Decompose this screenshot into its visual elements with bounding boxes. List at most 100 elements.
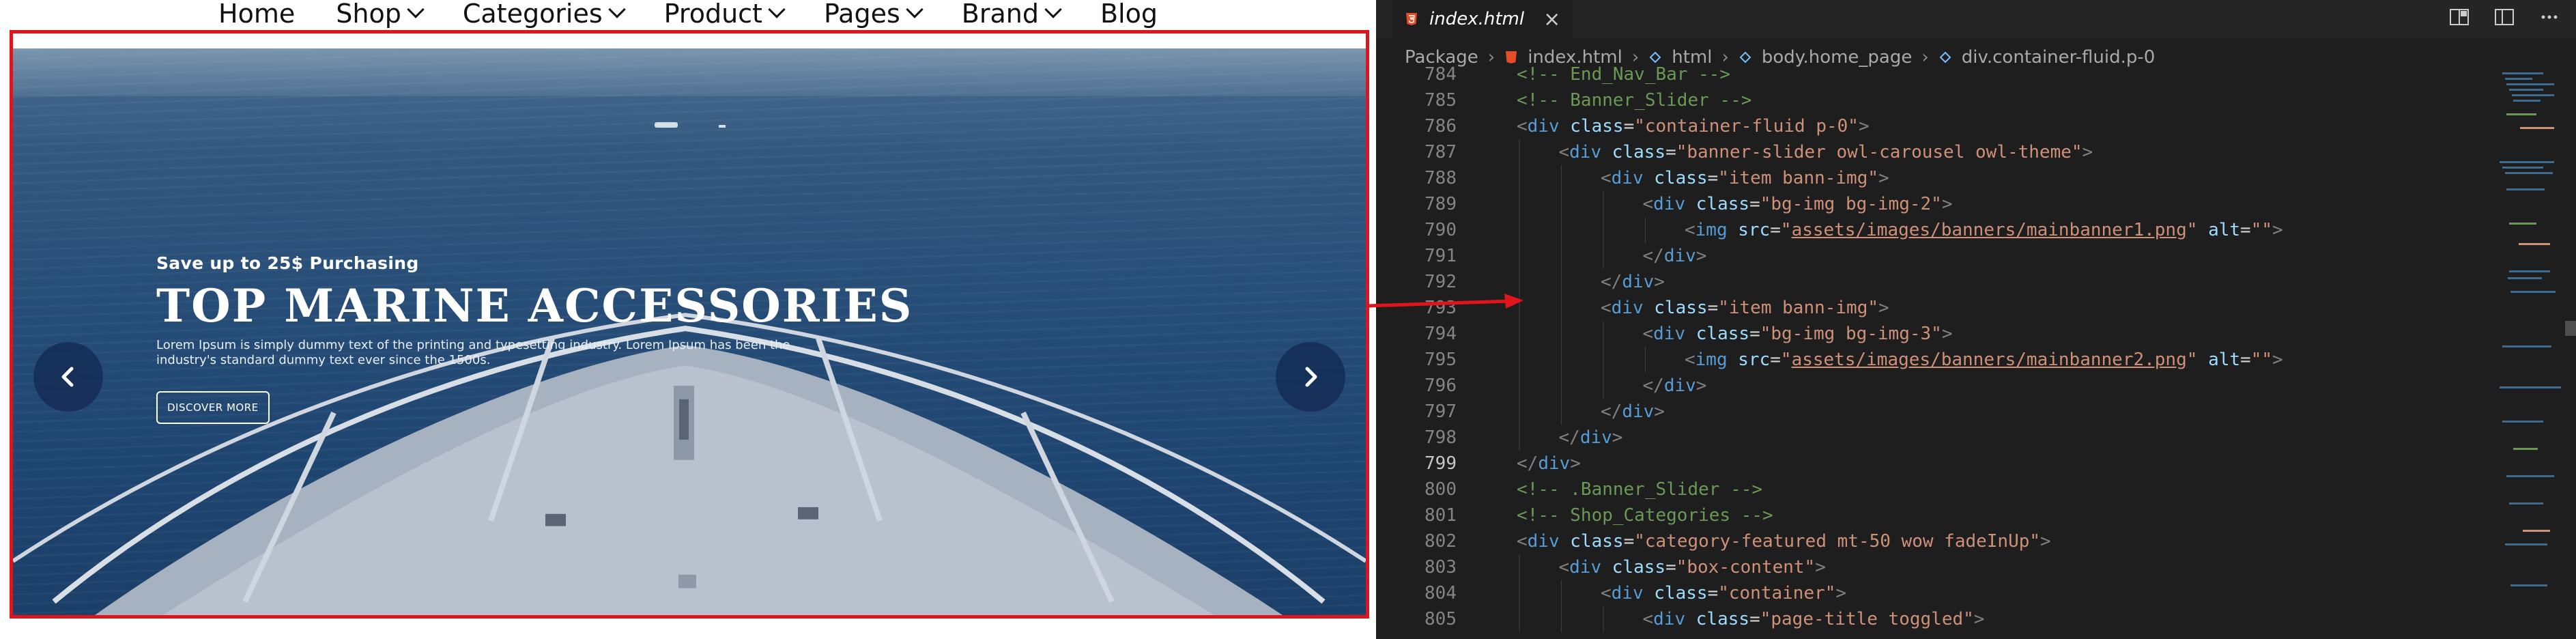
chevron-down-icon	[906, 1, 924, 18]
code-text: <!-- .Banner_Slider -->	[1517, 479, 1763, 500]
code-line[interactable]: 795 <img src="assets/images/banners/mainb…	[1376, 347, 2482, 373]
close-tab-icon[interactable]: ×	[1543, 8, 1560, 31]
code-line[interactable]: 802 <div class="category-featured mt-50 w…	[1376, 528, 2482, 554]
chevron-down-icon	[768, 1, 786, 18]
chevron-right-icon: ›	[1631, 47, 1640, 68]
code-text: <!-- End_Nav_Bar -->	[1517, 66, 1731, 85]
code-line[interactable]: 792 </div>	[1376, 269, 2482, 295]
element-icon	[1739, 51, 1751, 63]
discover-more-button[interactable]: DISCOVER MORE	[156, 391, 270, 425]
nav-item-label: Categories	[462, 0, 603, 29]
code-line[interactable]: 787 <div class="banner-slider owl-carouse…	[1376, 139, 2482, 165]
nav-item-label: Brand	[961, 0, 1039, 29]
tab-index-html[interactable]: index.html ×	[1392, 0, 1573, 38]
code-text: <div class="item bann-img">	[1601, 298, 1889, 318]
breadcrumb-html[interactable]: html	[1672, 47, 1712, 68]
chevron-right-icon: ›	[1721, 47, 1729, 68]
chevron-right-icon: ›	[1487, 47, 1495, 68]
code-line[interactable]: 789 <div class="bg-img bg-img-2">	[1376, 191, 2482, 217]
code-text: </div>	[1558, 427, 1623, 448]
line-number: 797	[1425, 401, 1457, 422]
line-number: 790	[1425, 220, 1457, 240]
nav-item-categories[interactable]: Categories	[442, 0, 644, 29]
line-number: 803	[1425, 557, 1457, 578]
nav-item-blog[interactable]: Blog	[1080, 0, 1178, 29]
code-text: </div>	[1517, 453, 1581, 474]
split-editor-icon[interactable]	[2449, 8, 2470, 26]
code-text: </div>	[1601, 401, 1665, 422]
code-line[interactable]: 786 <div class="container-fluid p-0">	[1376, 113, 2482, 139]
code-line[interactable]: 797 </div>	[1376, 399, 2482, 425]
nav-item-label: Product	[663, 0, 762, 29]
code-line[interactable]: 805 <div class="page-title toggled">	[1376, 606, 2482, 632]
tab-label: index.html	[1429, 9, 1525, 29]
code-line[interactable]: 796 </div>	[1376, 373, 2482, 399]
minimap[interactable]	[2493, 66, 2564, 639]
nav-item-label: Shop	[336, 0, 401, 29]
scrollbar-thumb[interactable]	[2565, 321, 2576, 336]
code-line[interactable]: 794 <div class="bg-img bg-img-3">	[1376, 321, 2482, 347]
line-number: 789	[1425, 194, 1457, 214]
code-text: <!-- Banner_Slider -->	[1517, 90, 1752, 111]
code-line[interactable]: 803 <div class="box-content">	[1376, 554, 2482, 580]
code-line[interactable]: 784 <!-- End_Nav_Bar -->	[1376, 66, 2482, 87]
main-nav: Home Shop Categories Product Pages Brand Blog	[0, 0, 1376, 29]
code-line[interactable]: 791 </div>	[1376, 243, 2482, 269]
carousel-next-button[interactable]	[1276, 342, 1345, 412]
line-number: 800	[1425, 479, 1457, 500]
toggle-panel-icon[interactable]	[2494, 8, 2515, 26]
breadcrumb-div[interactable]: div.container-fluid.p-0	[1962, 47, 2156, 68]
code-text: <div class="page-title toggled">	[1642, 609, 1985, 629]
nav-item-pages[interactable]: Pages	[803, 0, 941, 29]
line-number: 786	[1425, 116, 1457, 137]
chevron-down-icon	[1044, 1, 1062, 18]
code-text: <img src="assets/images/banners/mainbann…	[1685, 350, 2283, 370]
code-text: </div>	[1601, 272, 1665, 292]
breadcrumb-body[interactable]: body.home_page	[1762, 47, 1913, 68]
code-text: <div class="item bann-img">	[1601, 168, 1889, 188]
line-number: 795	[1425, 350, 1457, 370]
line-number: 784	[1425, 66, 1457, 85]
code-line[interactable]: 801 <!-- Shop_Categories -->	[1376, 502, 2482, 528]
nav-item-shop[interactable]: Shop	[315, 0, 442, 29]
code-line[interactable]: 804 <div class="container">	[1376, 580, 2482, 606]
line-number: 798	[1425, 427, 1457, 448]
line-number: 788	[1425, 168, 1457, 188]
chevron-down-icon	[407, 1, 425, 18]
code-text: <img src="assets/images/banners/mainbann…	[1685, 220, 2283, 240]
nav-item-brand[interactable]: Brand	[941, 0, 1080, 29]
code-line[interactable]: 798 </div>	[1376, 425, 2482, 451]
code-line[interactable]: 785 <!-- Banner_Slider -->	[1376, 87, 2482, 113]
html5-file-icon	[1406, 13, 1417, 25]
carousel-prev-button[interactable]	[33, 342, 103, 412]
line-number: 792	[1425, 272, 1457, 292]
code-line[interactable]: 800 <!-- .Banner_Slider -->	[1376, 477, 2482, 502]
code-editor: index.html × Package › index.html › html…	[1376, 0, 2576, 639]
code-text: <div class="category-featured mt-50 wow …	[1517, 531, 2051, 552]
nav-item-home[interactable]: Home	[198, 0, 315, 29]
code-area[interactable]: 784 <!-- End_Nav_Bar --> 785 <!-- Banner_Sl…	[1376, 66, 2482, 639]
breadcrumb-file[interactable]: index.html	[1528, 47, 1622, 68]
chevron-left-icon	[61, 367, 74, 387]
banner-slider: Save up to 25$ Purchasing TOP MARINE ACC…	[13, 48, 1366, 615]
code-line[interactable]: 799 </div>	[1376, 451, 2482, 477]
breadcrumb-package[interactable]: Package	[1405, 47, 1478, 68]
code-line[interactable]: 788 <div class="item bann-img">	[1376, 165, 2482, 191]
code-text: </div>	[1642, 246, 1707, 266]
chevron-right-icon	[1305, 367, 1317, 387]
nav-item-label: Pages	[823, 0, 900, 29]
element-icon	[1939, 51, 1951, 63]
editor-actions	[2449, 8, 2560, 26]
nav-item-product[interactable]: Product	[644, 0, 803, 29]
code-line[interactable]: 790 <img src="assets/images/banners/mainb…	[1376, 217, 2482, 243]
line-number: 805	[1425, 609, 1457, 629]
nav-item-label: Home	[218, 0, 296, 29]
html5-file-icon	[1506, 51, 1517, 63]
code-text: <div class="bg-img bg-img-3">	[1642, 324, 1953, 344]
banner-copy: Save up to 25$ Purchasing TOP MARINE ACC…	[156, 253, 913, 425]
code-text: <div class="box-content">	[1558, 557, 1826, 578]
element-icon	[1649, 51, 1661, 63]
line-number: 796	[1425, 375, 1457, 396]
code-line[interactable]: 793 <div class="item bann-img">	[1376, 295, 2482, 321]
more-icon[interactable]	[2539, 8, 2560, 26]
